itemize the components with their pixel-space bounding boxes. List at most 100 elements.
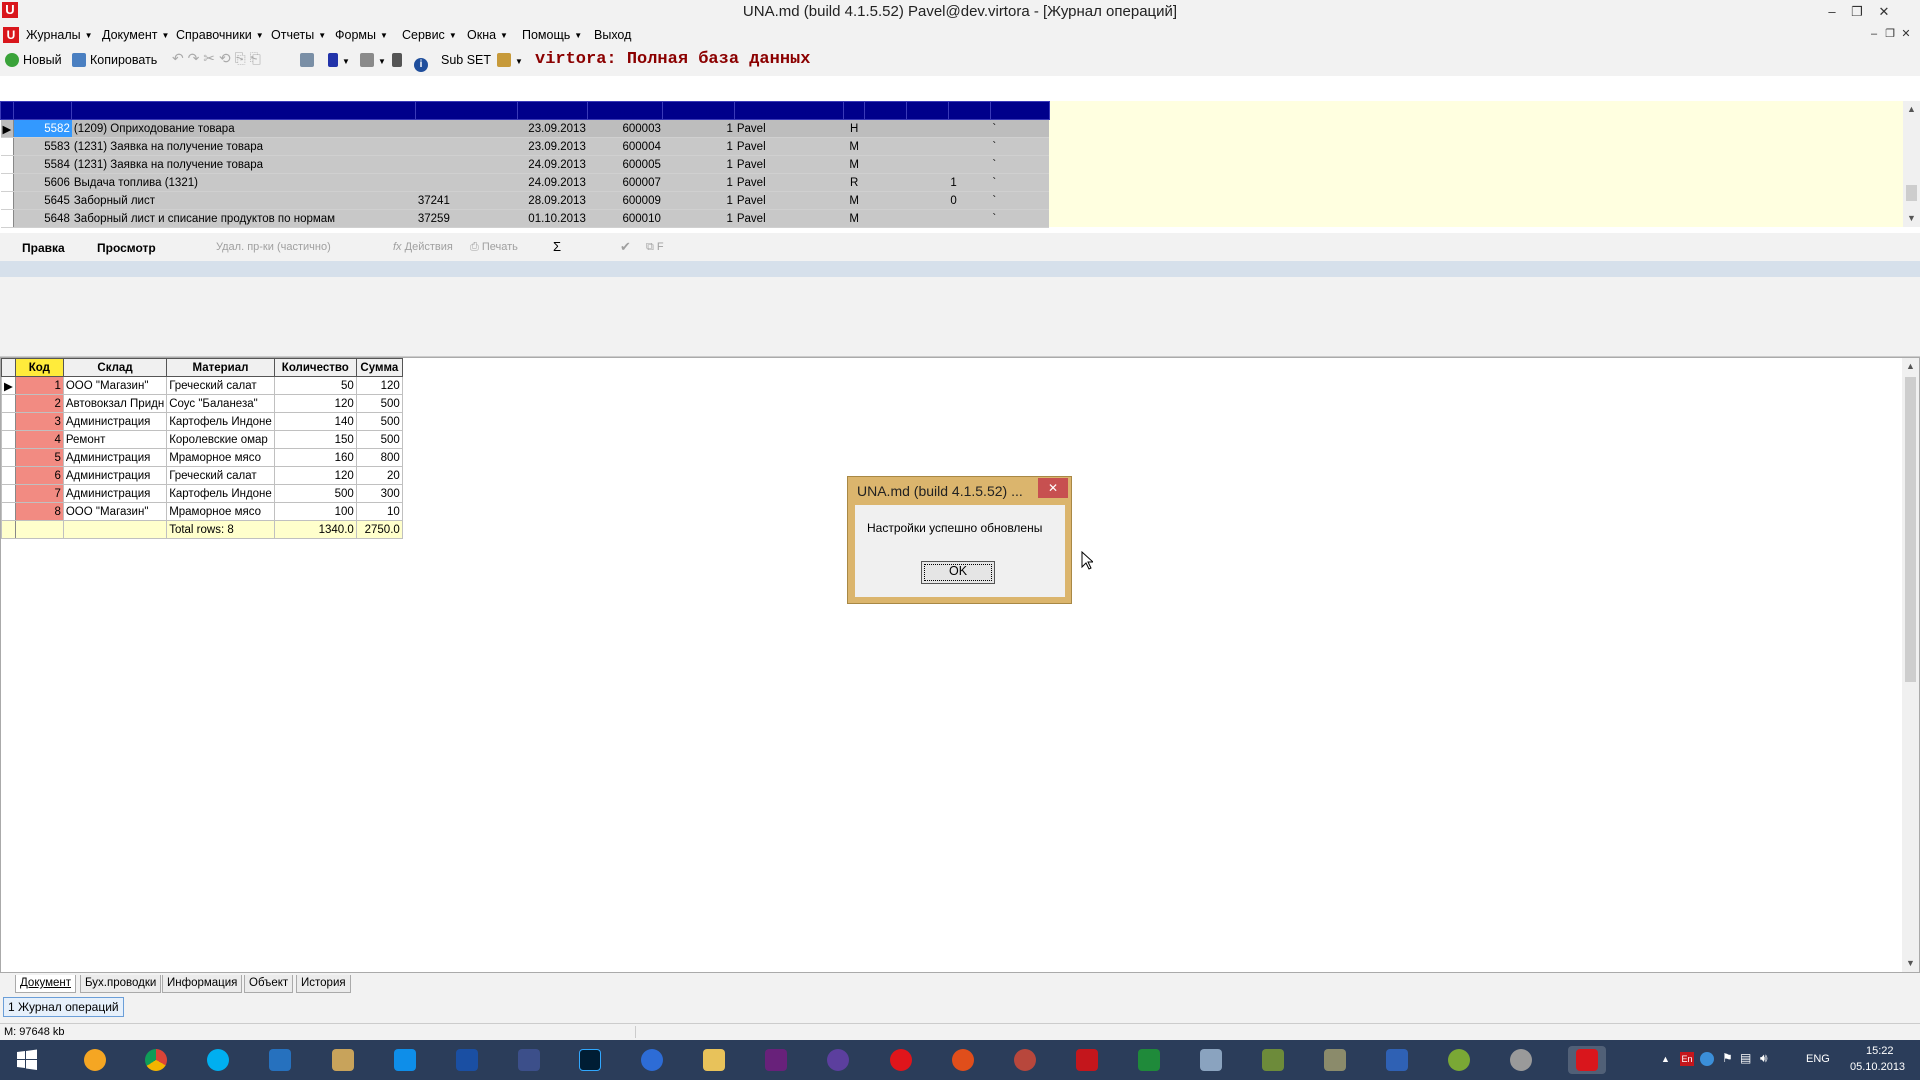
scroll-down-icon[interactable]: ▼ [1903,210,1920,227]
cell-doc-no[interactable] [415,173,518,192]
cell-a1z[interactable] [948,137,991,156]
taskbar-camera-app[interactable] [1258,1046,1288,1074]
taskbar-teamviewer[interactable] [390,1046,420,1074]
table-row[interactable]: 8 ООО "Магазин" Мраморное мясо 100 10 [1,502,403,521]
dialog-close-button[interactable]: ✕ [1038,478,1068,498]
cell-date[interactable]: 24.09.2013 [517,155,588,174]
cell-warehouse[interactable]: Администрация [62,412,168,431]
close-button[interactable]: ✕ [1872,2,1896,22]
tray-app-icon[interactable] [1700,1052,1714,1066]
cell-state[interactable]: ` [990,191,1050,210]
column-header[interactable]: № док-та [415,101,519,120]
tab-object[interactable]: Объект [244,975,294,993]
cell-a1z[interactable] [864,119,907,138]
cell-oper[interactable]: 600004 [587,137,663,156]
cell-sum[interactable]: 800 [355,448,403,467]
cell-a1z[interactable] [948,155,991,174]
scroll-down-icon[interactable]: ▼ [1902,955,1919,972]
cell-material[interactable]: Королевские омар [166,430,275,449]
cell-date[interactable]: 24.09.2013 [517,173,588,192]
menu-document[interactable]: Документ ▼ [102,28,169,42]
table-row[interactable]: ▶ 1 ООО "Магазин" Греческий салат 50 120 [1,376,403,395]
cell-status[interactable]: M [843,155,865,174]
maximize-button[interactable]: ❐ [1845,2,1869,22]
column-header[interactable]: Сумма [355,358,403,377]
column-header[interactable]: Код [14,358,64,377]
taskbar-photoshop[interactable] [575,1046,605,1074]
cell-code[interactable]: 5648 [13,209,72,228]
subset-button[interactable]: Sub SET [441,53,491,67]
table-row[interactable]: 3 Администрация Картофель Индоне 140 500 [1,412,403,431]
taskbar-explorer[interactable] [699,1046,729,1074]
cell-oper[interactable]: 600009 [587,191,663,210]
table-row[interactable]: 5648 Заборный лист и списание продуктов … [0,209,1050,228]
cell-state[interactable]: ` [990,173,1050,192]
sum-button[interactable]: Σ [553,239,561,254]
cell-a1z[interactable] [864,155,907,174]
cell-op-type[interactable]: Выдача топлива (1321) [71,173,416,192]
table-row[interactable]: 2 Автовокзал Придн Соус "Баланеза" 120 5… [1,394,403,413]
cell-rows[interactable]: 1 [662,191,735,210]
check-icon[interactable]: ✔ [620,239,631,255]
menu-references[interactable]: Справочники ▼ [176,28,264,42]
cell-op-type[interactable]: (1209) Оприходование товара [71,119,416,138]
column-header[interactable]: Ст. [843,101,865,120]
upper-vertical-scrollbar[interactable]: ▲ ▼ [1903,101,1920,227]
delete-partial-button[interactable]: Удал. пр-ки (частично) [216,241,331,253]
lower-vertical-scrollbar[interactable]: ▲ ▼ [1902,358,1919,972]
checklist-button[interactable]: ▼ [360,53,386,67]
cell-sum[interactable]: 10 [355,502,403,521]
cell-state[interactable]: ` [990,209,1050,228]
cell-a1z[interactable] [864,209,907,228]
taskbar-powershell[interactable] [265,1046,295,1074]
menu-forms[interactable]: Формы ▼ [335,28,388,42]
table-row[interactable]: 5584 (1231) Заявка на получение товара 2… [0,155,1050,174]
tray-network-icon[interactable]: ▤ [1740,1051,1751,1065]
cell-code[interactable]: 3 [14,412,64,431]
cell-code[interactable]: 2 [14,394,64,413]
cell-a1z[interactable] [906,119,949,138]
cell-code[interactable]: 5584 [13,155,72,174]
menu-windows[interactable]: Окна ▼ [467,28,508,42]
table-row[interactable]: 5645 Заборный лист 37241 28.09.2013 6000… [0,191,1050,210]
cell-warehouse[interactable]: Администрация [62,466,168,485]
clock-date[interactable]: 05.10.2013 [1850,1061,1905,1073]
cell-oper[interactable]: 600003 [587,119,663,138]
ok-button[interactable]: OK [921,561,995,584]
scroll-thumb[interactable] [1905,377,1916,682]
cell-rows[interactable]: 1 [662,137,735,156]
taskbar-eclipse[interactable] [823,1046,853,1074]
cell-a1z[interactable] [948,119,991,138]
cell-quantity[interactable]: 150 [273,430,357,449]
cell-quantity[interactable]: 140 [273,412,357,431]
cell-quantity[interactable]: 160 [273,448,357,467]
cell-sum[interactable]: 120 [355,376,403,395]
cell-a1z[interactable] [906,137,949,156]
cell-doc-no[interactable] [415,155,518,174]
column-header[interactable]: Дата [517,101,589,120]
cell-code[interactable]: 5 [14,448,64,467]
scroll-up-icon[interactable]: ▲ [1902,358,1919,375]
cell-sum[interactable]: 300 [355,484,403,503]
cell-status[interactable]: M [843,209,865,228]
cell-user[interactable]: Pavel [734,155,844,174]
cell-material[interactable]: Греческий салат [166,466,275,485]
cell-doc-no[interactable] [415,137,518,156]
scroll-thumb[interactable] [1906,185,1917,201]
cell-material[interactable]: Соус "Баланеза" [166,394,275,413]
table-row[interactable]: 5583 (1231) Заявка на получение товара 2… [0,137,1050,156]
taskbar-phone-app[interactable] [1134,1046,1164,1074]
calculator-button[interactable] [392,53,406,67]
column-header[interactable]: Код [13,101,73,120]
cell-user[interactable]: Pavel [734,119,844,138]
taskbar-una-app[interactable] [1568,1046,1606,1074]
tray-expand-icon[interactable]: ▲ [1661,1054,1670,1064]
cell-sum[interactable]: 500 [355,412,403,431]
cell-quantity[interactable]: 500 [273,484,357,503]
new-button[interactable]: Новый [5,53,62,67]
cell-oper[interactable]: 600010 [587,209,663,228]
table-row[interactable]: 6 Администрация Греческий салат 120 20 [1,466,403,485]
taskbar-blue-app[interactable] [452,1046,482,1074]
keyboard-language[interactable]: ENG [1806,1053,1830,1065]
chart-button[interactable]: ▼ [497,53,523,67]
